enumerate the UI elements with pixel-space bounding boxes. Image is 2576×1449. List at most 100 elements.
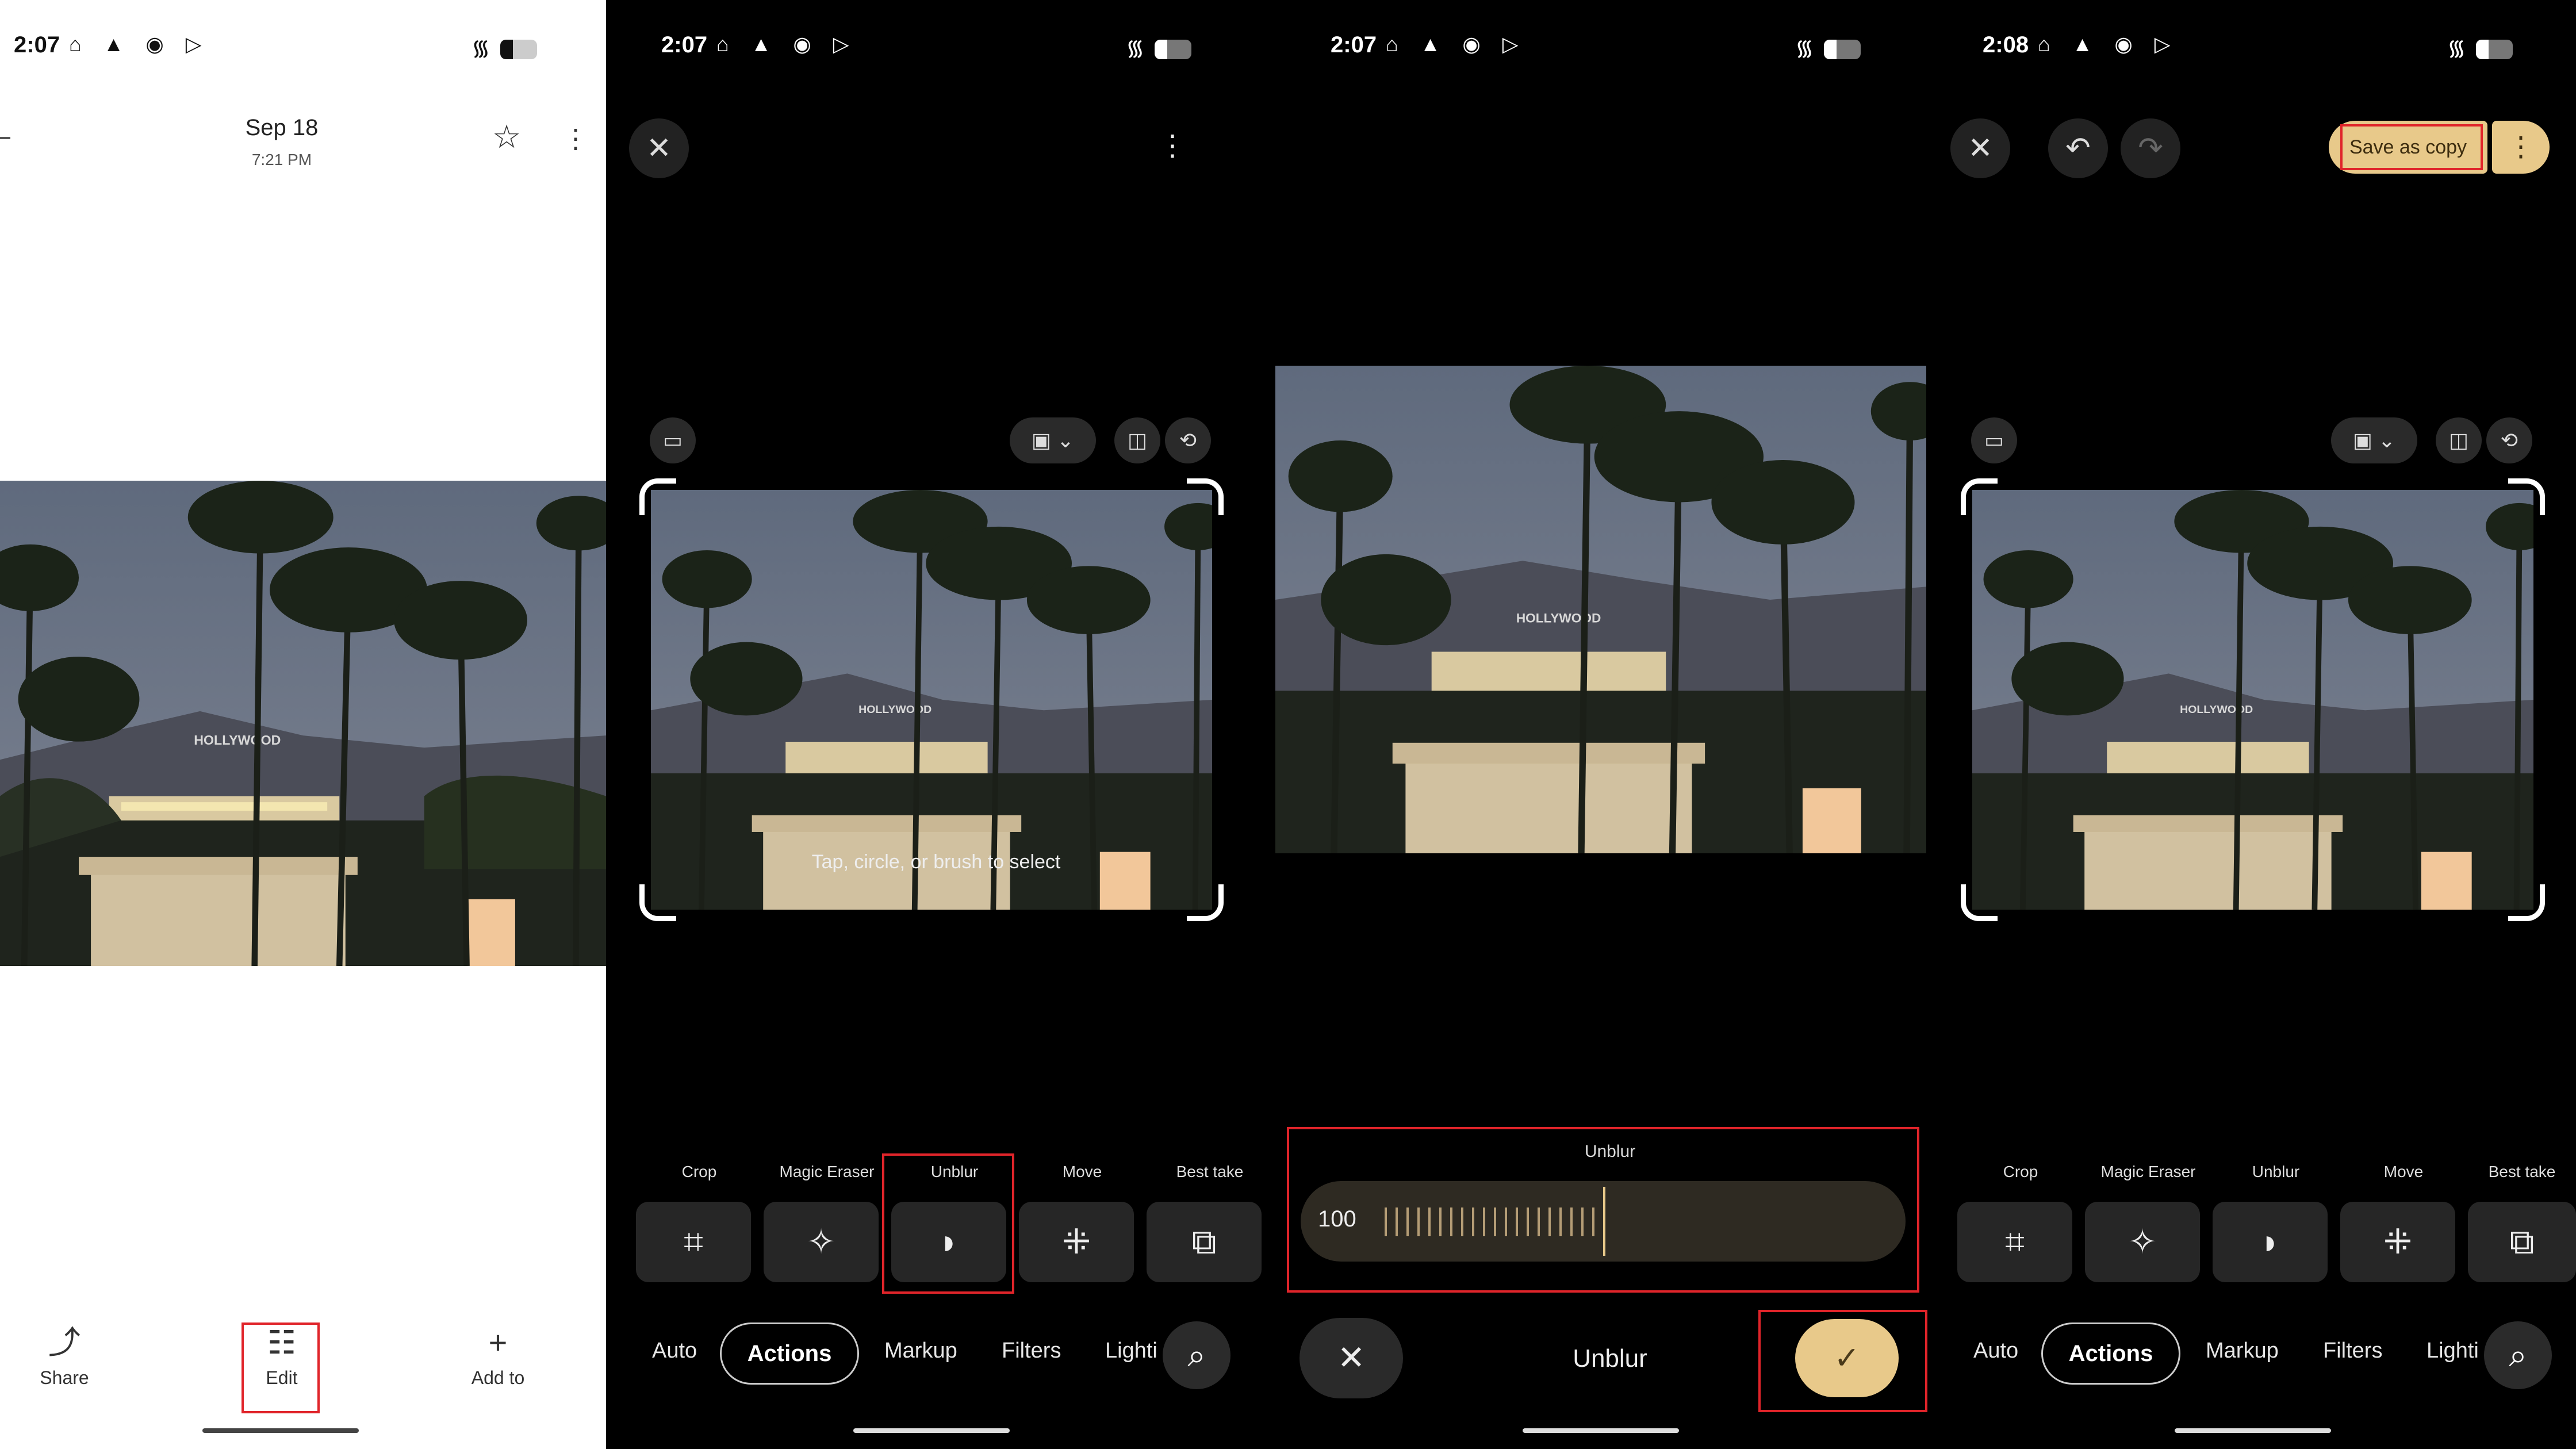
unblur-highlight-box — [882, 1153, 1014, 1294]
battery-icon — [1155, 39, 1192, 59]
selection-hint: Tap, circle, or brush to select — [811, 851, 1061, 873]
more-vert-icon[interactable]: ⋮ — [1158, 131, 1187, 160]
unblur-icon: ◗ — [2259, 1222, 2281, 1261]
status-time: 2:07 — [661, 32, 708, 57]
slider-tick — [1548, 1208, 1551, 1236]
category-lighting[interactable]: Lighti — [1105, 1339, 1157, 1363]
ruler-icon[interactable]: ▭ — [650, 417, 696, 463]
flip-icon[interactable]: ◫ — [2436, 417, 2482, 463]
status-bar: 2:08 ⌂ ▲ ◉ ▷ ᯾ — [1945, 0, 2576, 92]
category-lighting[interactable]: Lighti — [2426, 1339, 2479, 1363]
status-bar: 2:07 ⌂ ▲ ◉ ▷ ᯾ — [1275, 0, 1945, 92]
save-options-button[interactable]: ⋮ — [2492, 121, 2550, 174]
crop-tool-button[interactable]: ⌗ — [636, 1202, 751, 1282]
crop-corner[interactable] — [1961, 478, 1998, 515]
rotate-icon[interactable]: ⟲ — [2486, 417, 2532, 463]
wifi-icon: ᯾ — [471, 36, 490, 60]
crop-corner[interactable] — [2508, 478, 2545, 515]
more-vert-icon[interactable]: ⋮ — [562, 125, 589, 152]
aspect-ratio-button[interactable]: ▣ ⌄ — [1010, 417, 1096, 463]
magic-eraser-button[interactable]: ✧ — [764, 1202, 879, 1282]
crop-corner[interactable] — [1961, 884, 1998, 921]
share-label: Share — [40, 1367, 89, 1388]
slider-thumb[interactable] — [1603, 1187, 1605, 1256]
best-take-button[interactable]: ⧉ — [1147, 1202, 1262, 1282]
unblur-panel: 2:07 ⌂ ▲ ◉ ▷ ᯾ HOLLYWOOD Unblur 100 ✕ Un… — [1275, 0, 1945, 1449]
share-button[interactable]: ⤴ Share — [7, 1322, 122, 1389]
close-button[interactable]: ✕ — [629, 118, 689, 178]
aspect-ratio-icon: ▣ ⌄ — [2352, 428, 2396, 452]
crop-corner[interactable] — [2508, 884, 2545, 921]
magic-eraser-button[interactable]: ✧ — [2085, 1202, 2200, 1282]
more-vert-icon: ⋮ — [2507, 132, 2535, 162]
crop-corner[interactable] — [1187, 478, 1224, 515]
photo-image[interactable]: HOLLYWOOD — [1972, 490, 2533, 910]
category-auto[interactable]: Auto — [1973, 1339, 2018, 1363]
crop-corner[interactable] — [639, 884, 676, 921]
aspect-ratio-button[interactable]: ▣ ⌄ — [2331, 417, 2417, 463]
slider-tick — [1472, 1208, 1474, 1236]
apply-button[interactable]: ✓ — [1795, 1319, 1899, 1397]
sign-text: HOLLYWOOD — [194, 733, 281, 747]
save-highlight-box — [2340, 124, 2483, 170]
gesture-bar — [853, 1428, 1010, 1433]
category-filters[interactable]: Filters — [2323, 1339, 2382, 1363]
crop-tool-button[interactable]: ⌗ — [1957, 1202, 2072, 1282]
status-bar: 2:07 ⌂ ▲ ◉ ▷ ᯾ — [606, 0, 1275, 92]
flip-icon[interactable]: ◫ — [1114, 417, 1160, 463]
category-auto[interactable]: Auto — [652, 1339, 697, 1363]
photo-image[interactable]: HOLLYWOOD — [651, 490, 1212, 910]
move-icon: ⁜ — [2383, 1222, 2413, 1261]
category-actions[interactable]: Actions — [720, 1322, 859, 1385]
category-filters[interactable]: Filters — [1002, 1339, 1061, 1363]
gesture-bar — [202, 1428, 359, 1433]
move-button[interactable]: ⁜ — [1019, 1202, 1134, 1282]
wifi-battery: ᯾ — [1126, 32, 1192, 62]
close-button[interactable]: ✕ — [1950, 118, 2010, 178]
wifi-battery: ᯾ — [2447, 32, 2513, 62]
slider-tick — [1483, 1208, 1485, 1236]
gesture-bar — [2175, 1428, 2331, 1433]
best-take-button[interactable]: ⧉ — [2468, 1202, 2576, 1282]
tool-label-best-take: Best take — [1176, 1163, 1244, 1180]
search-button[interactable]: ⌕ — [2484, 1321, 2552, 1389]
status-time: 2:07 — [14, 32, 60, 57]
add-to-button[interactable]: + Add to — [440, 1322, 555, 1389]
move-button[interactable]: ⁜ — [2340, 1202, 2455, 1282]
crop-corner[interactable] — [639, 478, 676, 515]
category-markup[interactable]: Markup — [2206, 1339, 2279, 1363]
slider-tick — [1450, 1208, 1452, 1236]
unblur-button[interactable]: ◗ — [2213, 1202, 2328, 1282]
slider-tick — [1581, 1208, 1584, 1236]
category-actions[interactable]: Actions — [2041, 1322, 2180, 1385]
close-icon: ✕ — [646, 132, 672, 165]
undo-button[interactable]: ↶ — [2048, 118, 2108, 178]
crop-icon: ⌗ — [2005, 1222, 2025, 1261]
rotate-icon[interactable]: ⟲ — [1165, 417, 1211, 463]
tool-label-magic-eraser: Magic Eraser — [2100, 1163, 2196, 1180]
slider-tick — [1494, 1208, 1496, 1236]
crop-corner[interactable] — [1187, 884, 1224, 921]
sign-text: HOLLYWOOD — [1516, 611, 1601, 626]
star-icon[interactable]: ☆ — [492, 121, 521, 153]
close-icon: ✕ — [1968, 132, 1993, 165]
gesture-bar — [1523, 1428, 1679, 1433]
category-markup[interactable]: Markup — [884, 1339, 957, 1363]
viewer-panel: 2:07 ⌂ ▲ ◉ ▷ ᯾ Sep 18 7:21 PM ☆ ⋮ HOLLYW… — [0, 0, 606, 1449]
editor-panel: 2:07 ⌂ ▲ ◉ ▷ ᯾ ✕ ⋮ ▭ ▣ ⌄ ◫ ⟲ HOLLYWOOD T… — [606, 0, 1275, 1449]
search-button[interactable]: ⌕ — [1163, 1321, 1230, 1389]
notification-icons: ⌂ ▲ ◉ ▷ — [69, 32, 210, 56]
undo-icon: ↶ — [2065, 132, 2091, 165]
redo-button[interactable]: ↷ — [2121, 118, 2180, 178]
slider-value: 100 — [1318, 1206, 1356, 1232]
wifi-battery: ᯾ — [471, 32, 538, 62]
slider-tick — [1527, 1208, 1529, 1236]
best-take-icon: ⧉ — [1191, 1222, 1217, 1261]
slider-tick — [1461, 1208, 1463, 1236]
photo-image[interactable]: HOLLYWOOD — [1275, 366, 1926, 853]
search-icon: ⌕ — [1187, 1337, 1206, 1373]
ruler-icon[interactable]: ▭ — [1971, 417, 2017, 463]
photo-image[interactable]: HOLLYWOOD — [0, 481, 606, 966]
redo-icon: ↷ — [2138, 132, 2163, 165]
crop-icon: ⌗ — [684, 1222, 703, 1261]
